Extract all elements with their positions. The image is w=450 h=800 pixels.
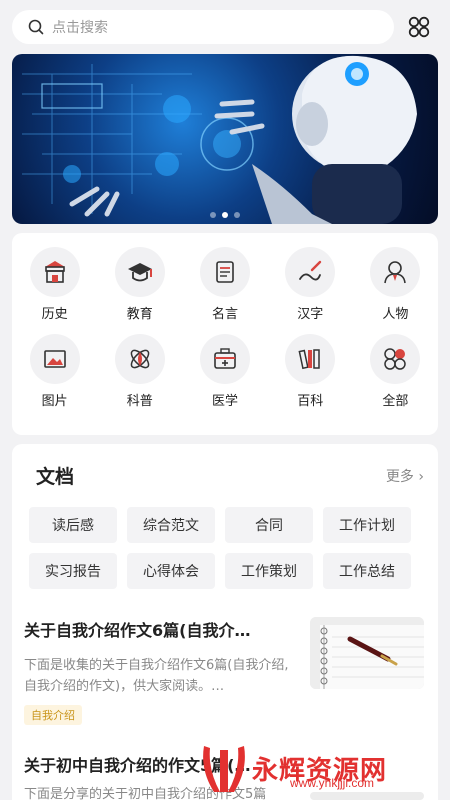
article-thumbnail — [310, 617, 424, 689]
category-label: 人物 — [382, 307, 409, 322]
category-history[interactable]: 历史 — [12, 247, 97, 322]
category-label: 科普 — [126, 394, 153, 409]
article-title: 关于自我介绍作文6篇(自我介… — [24, 621, 251, 640]
article-description: 下面是收集的关于自我介绍作文6篇(自我介绍,自我介绍的作文)，供大家阅读。… — [24, 658, 289, 694]
more-label: 更多 — [385, 468, 414, 485]
doc-tag[interactable]: 心得体会 — [127, 553, 215, 589]
watermark-logo: 永辉资源网 www.yhkjjjl.com — [196, 736, 450, 800]
picture-icon — [43, 350, 66, 368]
notebook-pen-image — [310, 617, 424, 689]
category-label: 教育 — [126, 307, 153, 322]
category-quotes[interactable]: 名言 — [182, 247, 267, 322]
atom-icon — [130, 349, 150, 369]
category-label: 名言 — [211, 307, 238, 322]
category-encyclopedia[interactable]: 百科 — [268, 334, 353, 409]
chevron-right-icon: › — [418, 468, 424, 485]
medical-kit-icon — [214, 348, 236, 369]
doc-tag[interactable]: 综合范文 — [127, 507, 215, 543]
category-label: 百科 — [297, 394, 324, 409]
document-tags: 读后感 综合范文 合同 工作计划 实习报告 心得体会 工作策划 工作总结 — [12, 489, 438, 589]
category-label: 全部 — [382, 394, 409, 409]
grid-icon — [408, 16, 430, 38]
all-grid-icon — [384, 348, 407, 370]
category-label: 历史 — [41, 307, 68, 322]
banner-carousel[interactable] — [12, 54, 438, 224]
category-card: 历史 教育 名言 汉字 人物 图片 科普 医学 百科 全部 — [12, 233, 438, 435]
category-label: 图片 — [41, 394, 68, 409]
category-people[interactable]: 人物 — [353, 247, 438, 322]
building-icon — [44, 261, 65, 283]
menu-grid-button[interactable] — [406, 14, 432, 40]
category-label: 汉字 — [297, 307, 324, 322]
watermark-logo-icon — [203, 746, 245, 792]
search-bar[interactable]: 点击搜索 — [12, 10, 394, 44]
watermark-url: www.yhkjjjl.com — [290, 776, 375, 790]
carousel-dot[interactable] — [234, 212, 240, 218]
person-icon — [384, 261, 407, 284]
carousel-indicator — [210, 212, 240, 218]
category-pictures[interactable]: 图片 — [12, 334, 97, 409]
carousel-dot[interactable] — [210, 212, 216, 218]
documents-title: 文档 — [36, 466, 75, 488]
category-science[interactable]: 科普 — [97, 334, 182, 409]
doc-tag[interactable]: 工作策划 — [225, 553, 313, 589]
category-education[interactable]: 教育 — [97, 247, 182, 322]
more-link[interactable]: 更多 › — [386, 466, 424, 486]
search-placeholder: 点击搜索 — [52, 20, 108, 36]
doc-tag[interactable]: 合同 — [225, 507, 313, 543]
article-tag: 自我介绍 — [24, 705, 82, 725]
category-chinese-characters[interactable]: 汉字 — [268, 247, 353, 322]
top-bar: 点击搜索 — [12, 10, 438, 44]
doc-tag[interactable]: 实习报告 — [29, 553, 117, 589]
graduation-cap-icon — [127, 263, 152, 282]
search-icon — [28, 19, 44, 35]
category-all[interactable]: 全部 — [353, 334, 438, 409]
category-medicine[interactable]: 医学 — [182, 334, 267, 409]
carousel-dot-active[interactable] — [222, 212, 228, 218]
scroll-icon — [216, 261, 234, 283]
doc-tag[interactable]: 工作总结 — [323, 553, 411, 589]
doc-tag[interactable]: 工作计划 — [323, 507, 411, 543]
robot-illustration — [22, 55, 417, 224]
category-label: 医学 — [211, 394, 238, 409]
doc-tag[interactable]: 读后感 — [29, 507, 117, 543]
brush-icon — [299, 260, 322, 281]
books-icon — [298, 349, 320, 370]
article-item[interactable]: 关于自我介绍作文6篇(自我介… 下面是收集的关于自我介绍作文6篇(自我介绍,自我… — [24, 617, 424, 725]
